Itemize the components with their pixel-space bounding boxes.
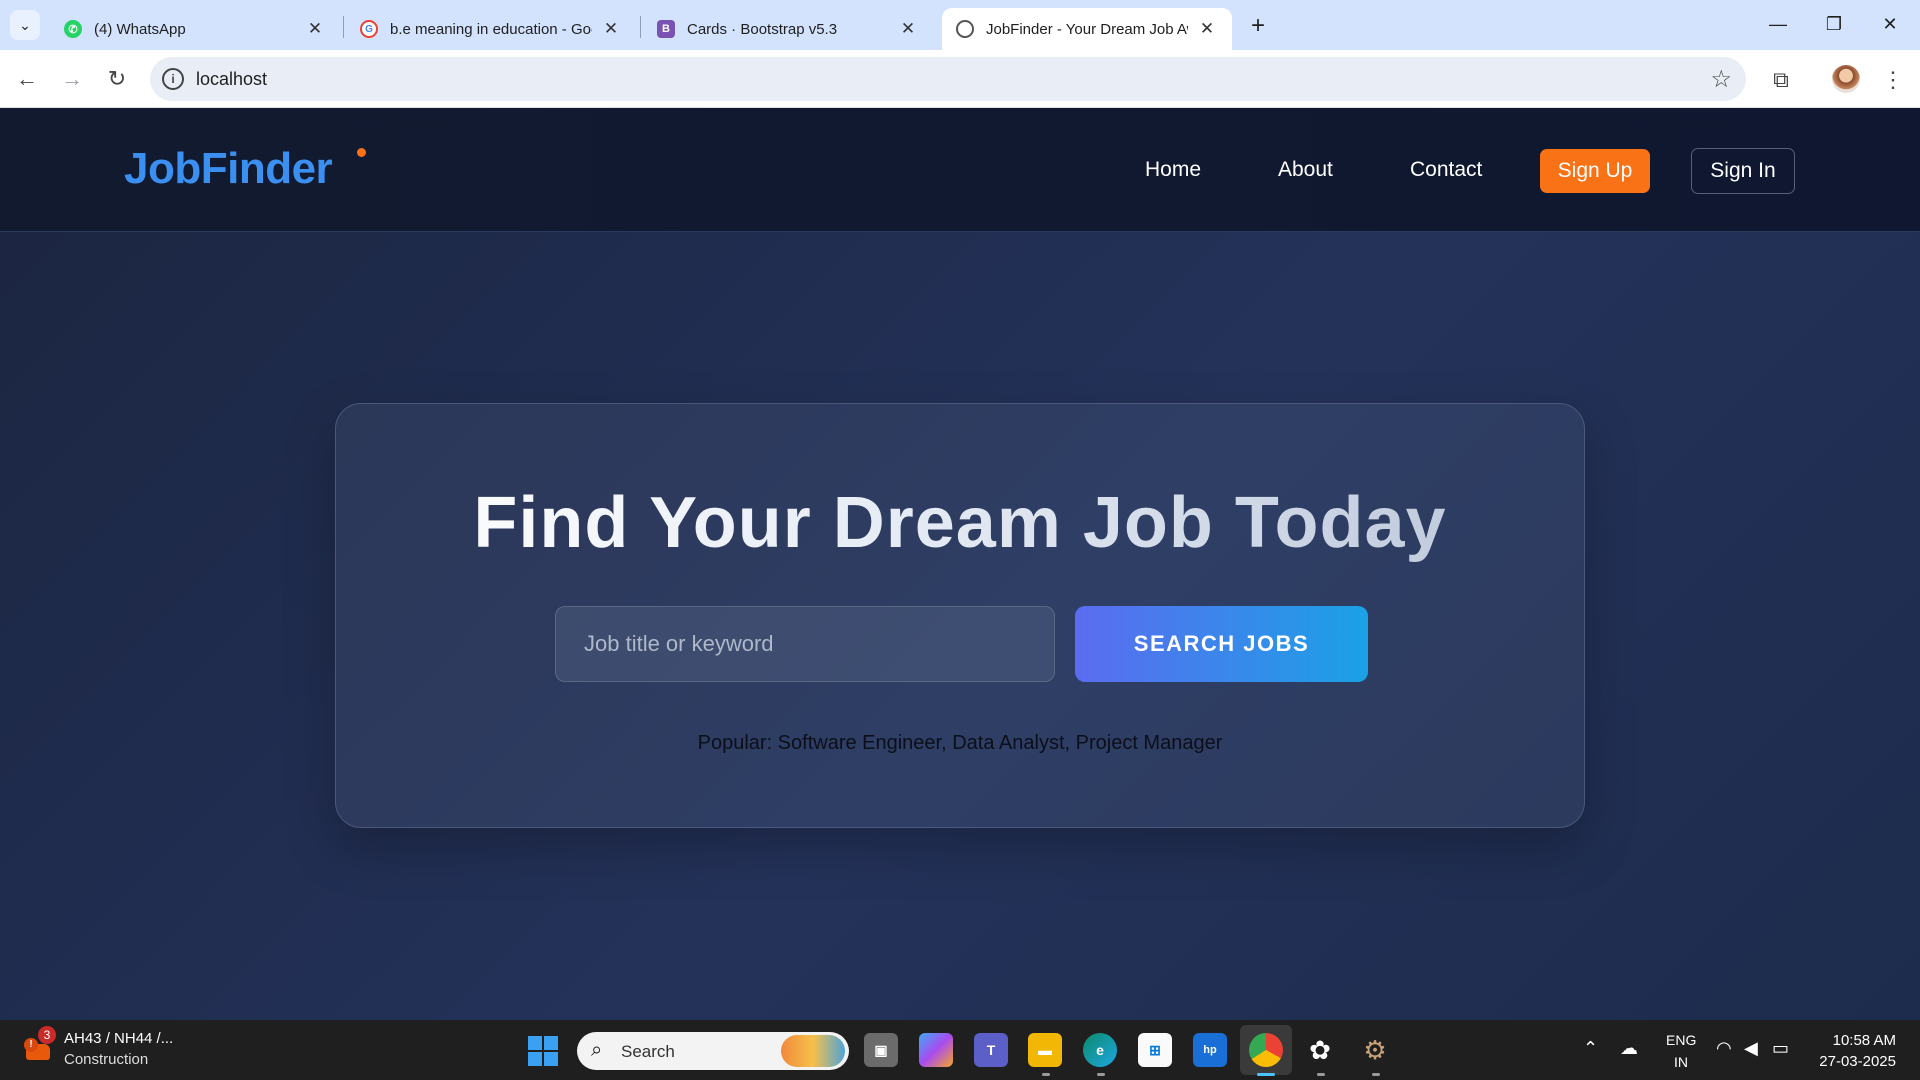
tab-search-button[interactable]: ⌄ — [10, 10, 40, 40]
minimize-button[interactable]: — — [1750, 0, 1806, 48]
menu-button[interactable]: ⋮ — [1876, 63, 1910, 97]
chatgpt-icon[interactable]: ✿ — [1303, 1033, 1337, 1067]
close-icon[interactable]: ✕ — [897, 18, 919, 40]
plus-icon: + — [1250, 12, 1265, 39]
hero-title: Find Your Dream Job Today — [336, 482, 1584, 564]
url-text[interactable]: localhost — [196, 69, 267, 90]
search-jobs-button[interactable]: SEARCH JOBS — [1075, 606, 1368, 682]
reload-icon: ↻ — [107, 66, 127, 91]
minimize-icon: — — [1769, 13, 1787, 34]
edge-icon[interactable]: e — [1083, 1033, 1117, 1067]
task-view-icon[interactable]: ▣ — [864, 1033, 898, 1067]
region-indicator[interactable]: IN — [1674, 1054, 1688, 1070]
battery-icon[interactable]: ▭ — [1772, 1038, 1789, 1059]
copilot-icon[interactable] — [919, 1033, 953, 1067]
close-icon[interactable]: ✕ — [1196, 18, 1218, 40]
browser-tab-strip: ⌄ ✆ (4) WhatsApp ✕ G b.e meaning in educ… — [0, 0, 1920, 50]
running-indicator — [1097, 1073, 1105, 1076]
logo-dot — [357, 148, 366, 157]
settings-gear-icon[interactable]: ⚙ — [1358, 1033, 1392, 1067]
tab-title: b.e meaning in education - Goo — [390, 20, 592, 38]
language-indicator[interactable]: ENG — [1666, 1032, 1696, 1048]
taskbar-search[interactable]: ⌕ Search — [577, 1032, 849, 1070]
nav-about-link[interactable]: About — [1278, 158, 1333, 182]
nav-home-link[interactable]: Home — [1145, 158, 1201, 182]
restore-button[interactable]: ❐ — [1806, 0, 1862, 48]
tab-bootstrap-cards[interactable]: B Cards · Bootstrap v5.3 ✕ — [643, 8, 933, 50]
star-icon[interactable]: ☆ — [1710, 65, 1732, 94]
browser-toolbar: ← → ↻ i localhost ☆ ⧉ ⋮ — [0, 50, 1920, 108]
tab-whatsapp[interactable]: ✆ (4) WhatsApp ✕ — [50, 8, 340, 50]
file-explorer-icon[interactable]: ▬ — [1028, 1033, 1062, 1067]
tab-title: (4) WhatsApp — [94, 20, 186, 38]
teams-icon[interactable]: T — [974, 1033, 1008, 1067]
onedrive-cloud-icon[interactable]: ☁ — [1620, 1038, 1638, 1059]
chevron-up-icon[interactable]: ⌃ — [1583, 1038, 1598, 1059]
taskbar-search-label: Search — [621, 1042, 675, 1061]
popular-searches: Popular: Software Engineer, Data Analyst… — [697, 732, 1223, 754]
tab-google-search[interactable]: G b.e meaning in education - Goo ✕ — [346, 8, 636, 50]
windows-start-icon[interactable] — [528, 1036, 558, 1066]
puzzle-icon: ⧉ — [1773, 67, 1789, 92]
forward-button[interactable]: → — [56, 63, 88, 95]
extensions-button[interactable]: ⧉ — [1764, 63, 1798, 97]
tab-jobfinder[interactable]: JobFinder - Your Dream Job Aw ✕ — [942, 8, 1232, 50]
running-indicator — [1257, 1073, 1275, 1076]
running-indicator — [1372, 1073, 1380, 1076]
windows-taskbar: ! 3 AH43 / NH44 /... Construction ⌕ Sear… — [0, 1020, 1920, 1080]
signup-button[interactable]: Sign Up — [1540, 149, 1650, 193]
chrome-icon[interactable] — [1249, 1033, 1283, 1067]
hero-card: Find Your Dream Job Today SEARCH JOBS Po… — [335, 403, 1585, 828]
close-window-button[interactable]: ✕ — [1862, 0, 1918, 48]
site-navbar: JobFinder Home About Contact Sign Up Sig… — [0, 108, 1920, 232]
taskbar-time[interactable]: 10:58 AM — [1833, 1032, 1896, 1049]
whatsapp-icon: ✆ — [64, 20, 82, 38]
avatar[interactable] — [1832, 65, 1860, 93]
back-button[interactable]: ← — [11, 63, 43, 95]
close-icon: ✕ — [1882, 13, 1898, 34]
chevron-down-icon: ⌄ — [19, 16, 31, 33]
bootstrap-icon: B — [657, 20, 675, 38]
widget-subtitle[interactable]: Construction — [64, 1051, 148, 1068]
close-icon[interactable]: ✕ — [304, 18, 326, 40]
widget-title[interactable]: AH43 / NH44 /... — [64, 1030, 173, 1047]
running-indicator — [1042, 1073, 1050, 1076]
taskbar-date[interactable]: 27-03-2025 — [1819, 1053, 1896, 1070]
wifi-icon[interactable]: ◠ — [1716, 1038, 1732, 1059]
search-icon: ⌕ — [591, 1039, 603, 1061]
address-bar[interactable]: i localhost ☆ — [150, 57, 1746, 101]
store-icon[interactable]: ⊞ — [1138, 1033, 1172, 1067]
globe-icon — [956, 20, 974, 38]
volume-icon[interactable]: ◀ — [1744, 1038, 1758, 1059]
job-search-input[interactable] — [555, 606, 1055, 682]
warning-icon: ! — [24, 1038, 38, 1052]
tab-title: Cards · Bootstrap v5.3 — [687, 20, 838, 38]
signin-button[interactable]: Sign In — [1691, 148, 1795, 194]
new-tab-button[interactable]: + — [1243, 11, 1273, 41]
tab-separator — [640, 16, 641, 38]
myhp-icon[interactable]: hp — [1193, 1033, 1227, 1067]
search-highlight-image — [781, 1035, 845, 1067]
running-indicator — [1317, 1073, 1325, 1076]
site-logo[interactable]: JobFinder — [124, 144, 333, 194]
kebab-menu-icon: ⋮ — [1882, 67, 1904, 92]
tab-separator — [343, 16, 344, 38]
page-content: JobFinder Home About Contact Sign Up Sig… — [0, 108, 1920, 1020]
notification-badge: 3 — [38, 1026, 56, 1044]
arrow-right-icon: → — [61, 66, 83, 91]
google-icon: G — [360, 20, 378, 38]
close-icon[interactable]: ✕ — [600, 18, 622, 40]
info-icon[interactable]: i — [162, 68, 184, 90]
restore-icon: ❐ — [1825, 13, 1843, 34]
nav-contact-link[interactable]: Contact — [1410, 158, 1482, 182]
reload-button[interactable]: ↻ — [101, 63, 133, 95]
tab-title: JobFinder - Your Dream Job Aw — [986, 20, 1188, 38]
arrow-left-icon: ← — [16, 66, 38, 91]
